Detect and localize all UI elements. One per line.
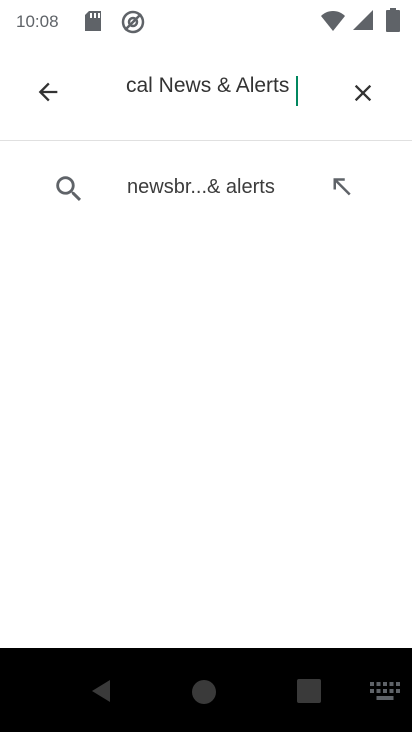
status-time: 10:08 xyxy=(16,12,59,31)
search-input[interactable]: cal News & Alerts xyxy=(126,74,302,110)
nav-home-icon[interactable] xyxy=(190,678,218,711)
sd-card-icon xyxy=(85,11,101,31)
nav-recents-icon[interactable] xyxy=(296,678,322,709)
signal-icon xyxy=(353,10,373,30)
wifi-icon xyxy=(321,11,345,31)
sync-icon xyxy=(121,10,145,34)
arrow-back-icon xyxy=(38,82,58,102)
suggestion-item[interactable]: newsbr...& alerts xyxy=(0,150,412,226)
close-icon xyxy=(354,84,372,102)
keyboard-icon[interactable] xyxy=(370,682,400,705)
back-button[interactable] xyxy=(24,70,72,114)
navigation-bar xyxy=(0,648,412,732)
clear-search-button[interactable] xyxy=(340,70,386,116)
status-bar: 10:08 xyxy=(0,0,412,44)
arrow-up-left-icon[interactable] xyxy=(326,172,356,207)
nav-back-icon[interactable] xyxy=(86,676,116,711)
suggestion-label: newsbr...& alerts xyxy=(127,176,275,198)
search-bar: cal News & Alerts xyxy=(0,44,412,141)
search-icon xyxy=(52,172,86,211)
battery-icon xyxy=(386,8,400,32)
search-query: cal News & Alerts xyxy=(126,74,290,97)
text-cursor xyxy=(296,76,298,106)
